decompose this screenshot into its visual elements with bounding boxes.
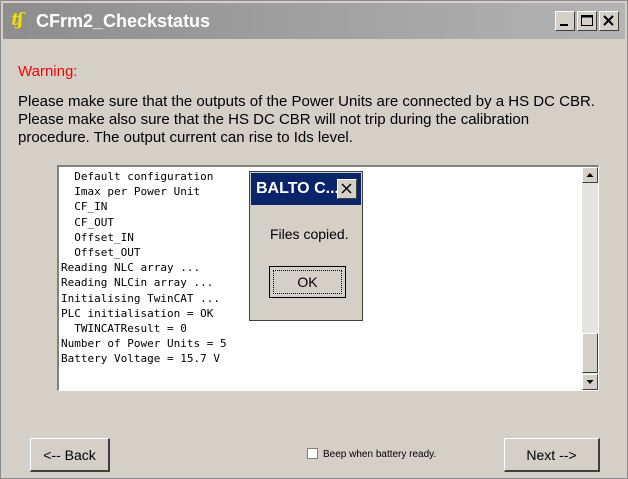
next-button-label: Next --> [526, 446, 577, 463]
maximize-button[interactable] [577, 11, 597, 31]
log-line: Number of Power Units = 5 [61, 337, 227, 351]
dialog-message: Files copied. [270, 226, 349, 242]
instruction-line: Please make sure that the outputs of the… [18, 93, 595, 110]
arrow-down-icon [586, 380, 594, 384]
focus-rectangle [273, 270, 342, 294]
log-line: TWINCATResult = 0 [61, 322, 187, 336]
scroll-down-button[interactable] [582, 374, 598, 390]
warning-label: Warning: [18, 63, 78, 80]
log-line: Battery Voltage = 15.7 V [61, 352, 220, 366]
log-line: CF_IN [61, 200, 108, 214]
instruction-line: Please make also sure that the HS DC CBR… [18, 111, 530, 128]
message-dialog: BALTO C... Files copied. OK [249, 171, 363, 321]
close-icon [603, 15, 614, 26]
scroll-thumb[interactable] [582, 333, 598, 373]
dialog-close-button[interactable] [337, 179, 357, 199]
window-title: CFrm2_Checkstatus [36, 11, 211, 31]
back-button[interactable]: <-- Back [30, 438, 110, 472]
main-window: ʧ CFrm2_Checkstatus Warning: Please make… [0, 0, 628, 479]
close-button[interactable] [599, 11, 619, 31]
app-icon: ʧ [11, 10, 24, 30]
log-line: Default configuration [61, 170, 214, 183]
scroll-up-button[interactable] [582, 167, 598, 183]
log-line: Reading NLCin array ... [61, 276, 214, 290]
dialog-title: BALTO C... [256, 180, 339, 197]
dialog-title-bar[interactable]: BALTO C... [251, 173, 361, 205]
next-button[interactable]: Next --> [504, 438, 600, 472]
ok-button[interactable]: OK [269, 266, 346, 298]
beep-checkbox-row[interactable]: Beep when battery ready. [307, 448, 436, 460]
log-line: CF_OUT [61, 215, 114, 229]
log-line: Initialising TwinCAT ... [61, 291, 220, 305]
beep-checkbox-label: Beep when battery ready. [323, 449, 437, 460]
instruction-line: procedure. The output current can rise t… [18, 129, 353, 146]
close-icon [341, 183, 352, 194]
instructions-text: Please make sure that the outputs of the… [18, 93, 618, 147]
log-scrollbar[interactable] [582, 167, 598, 390]
arrow-up-icon [586, 173, 594, 177]
title-bar[interactable]: ʧ CFrm2_Checkstatus [3, 3, 625, 39]
back-button-label: <-- Back [43, 446, 96, 463]
minimize-button[interactable] [555, 11, 575, 31]
log-line: Offset_OUT [61, 246, 141, 260]
log-line: Reading NLC array ... [61, 261, 201, 275]
beep-checkbox[interactable] [307, 448, 318, 459]
minimize-icon [560, 24, 568, 26]
maximize-icon [581, 15, 593, 26]
log-lines: Default configuration Imax per Power Uni… [61, 169, 227, 367]
log-line: Offset_IN [61, 230, 134, 244]
log-line: Imax per Power Unit [61, 185, 201, 199]
log-line: PLC initialisation = OK [61, 306, 214, 320]
